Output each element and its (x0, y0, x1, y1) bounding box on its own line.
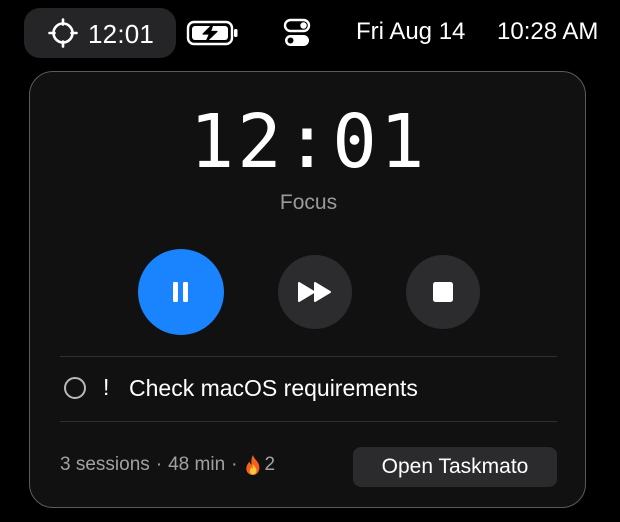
menu-bar: 12:01 Fri Aug 14 10:28 AM (0, 0, 620, 64)
battery-charging-icon[interactable] (186, 19, 240, 47)
open-taskmato-button[interactable]: Open Taskmato (353, 447, 557, 487)
task-title: Check macOS requirements (129, 375, 418, 401)
divider (60, 421, 557, 422)
current-task-row: ! Check macOS requirements (60, 364, 557, 414)
skip-button[interactable] (278, 255, 352, 329)
timer-mode-label: Focus (279, 191, 338, 214)
timer-icon (48, 18, 78, 48)
screen: 12:01 Fri Aug 14 10:28 AM 12:01 Focus ! … (0, 0, 620, 522)
stop-icon (433, 282, 453, 302)
divider (60, 356, 557, 357)
stats-separator: · (231, 454, 238, 475)
stop-button[interactable] (406, 255, 480, 329)
menubar-timer-time: 12:01 (88, 19, 155, 49)
task-complete-checkbox[interactable] (64, 377, 86, 399)
pause-icon (173, 282, 188, 302)
streak-count: 2 (264, 454, 276, 475)
timer-display: 12:01 (189, 99, 428, 185)
skip-forward-icon (298, 282, 331, 302)
flame-icon (246, 455, 260, 475)
control-center-icon[interactable] (283, 17, 311, 49)
menubar-date[interactable]: Fri Aug 14 (356, 18, 465, 46)
menubar-timer-item[interactable]: 12:01 (24, 8, 176, 58)
sessions-count: 3 sessions (60, 454, 150, 475)
task-priority-marker: ! (103, 374, 110, 400)
pause-button[interactable] (138, 249, 224, 335)
focus-minutes: 48 min (168, 454, 226, 475)
menubar-clock[interactable]: 10:28 AM (497, 18, 598, 46)
session-stats: 3 sessions · 48 min · 2 (60, 454, 275, 476)
stats-separator: · (155, 454, 163, 475)
timer-popover: 12:01 Focus ! Check macOS requirements 3… (29, 71, 586, 508)
